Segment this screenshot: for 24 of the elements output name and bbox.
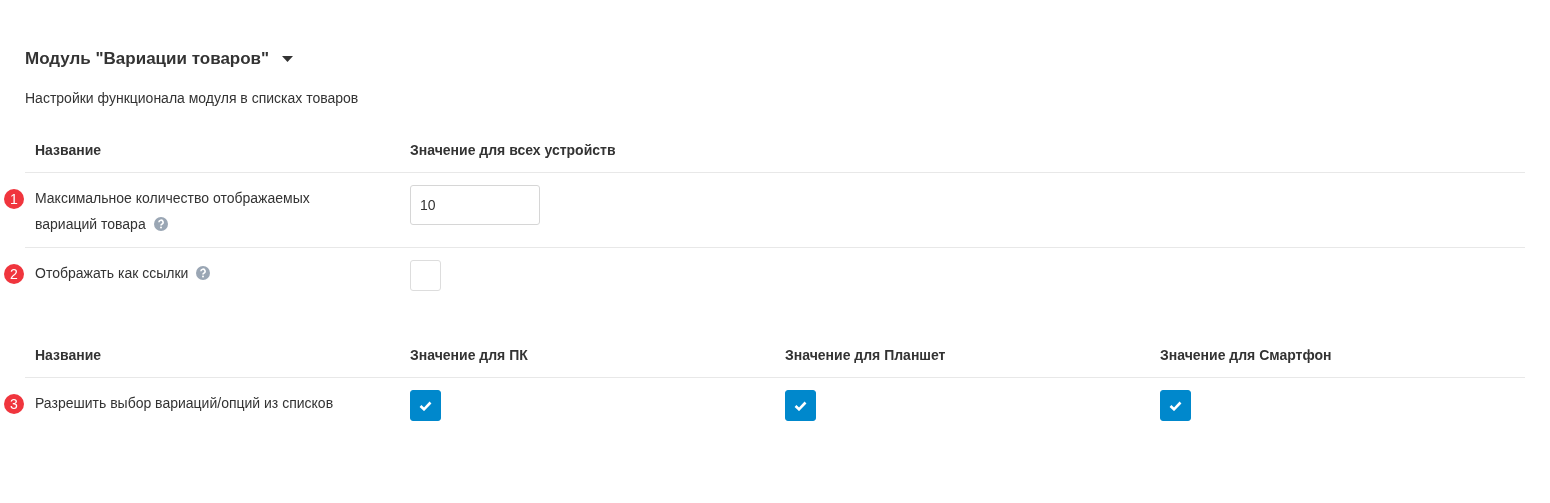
help-icon[interactable] (153, 217, 168, 231)
number-badge: 2 (4, 264, 24, 284)
checkbox[interactable] (410, 390, 441, 421)
number-badge: 1 (4, 189, 24, 209)
column-header: Значение для Планшет (784, 347, 947, 363)
section-description: Настройки функционала модуля в списках товаров (25, 90, 360, 106)
checkmark-icon (1169, 400, 1182, 411)
number-field[interactable]: 10 (410, 185, 540, 225)
column-header: Значение для всех устройств (409, 142, 617, 158)
checkmark-icon (419, 400, 432, 411)
checkmark-icon (794, 400, 807, 411)
caret-icon[interactable] (282, 56, 294, 62)
setting-label: Отображать как ссылки (35, 260, 345, 286)
column-header: Название (34, 347, 103, 363)
column-header: Название (34, 142, 103, 158)
help-icon[interactable] (196, 266, 211, 280)
checkbox[interactable] (1160, 390, 1191, 421)
number-badge: 3 (4, 394, 24, 414)
column-header: Значение для ПК (409, 347, 529, 363)
module-title: Модуль "Вариации товаров" (25, 49, 270, 69)
setting-label: Разрешить выбор вариаций/опций из списков (35, 394, 335, 413)
setting-label: Максимальное количество отображаемых вариаций товара (35, 189, 311, 234)
column-header: Значение для Смартфон (1159, 347, 1333, 363)
checkbox[interactable] (785, 390, 816, 421)
